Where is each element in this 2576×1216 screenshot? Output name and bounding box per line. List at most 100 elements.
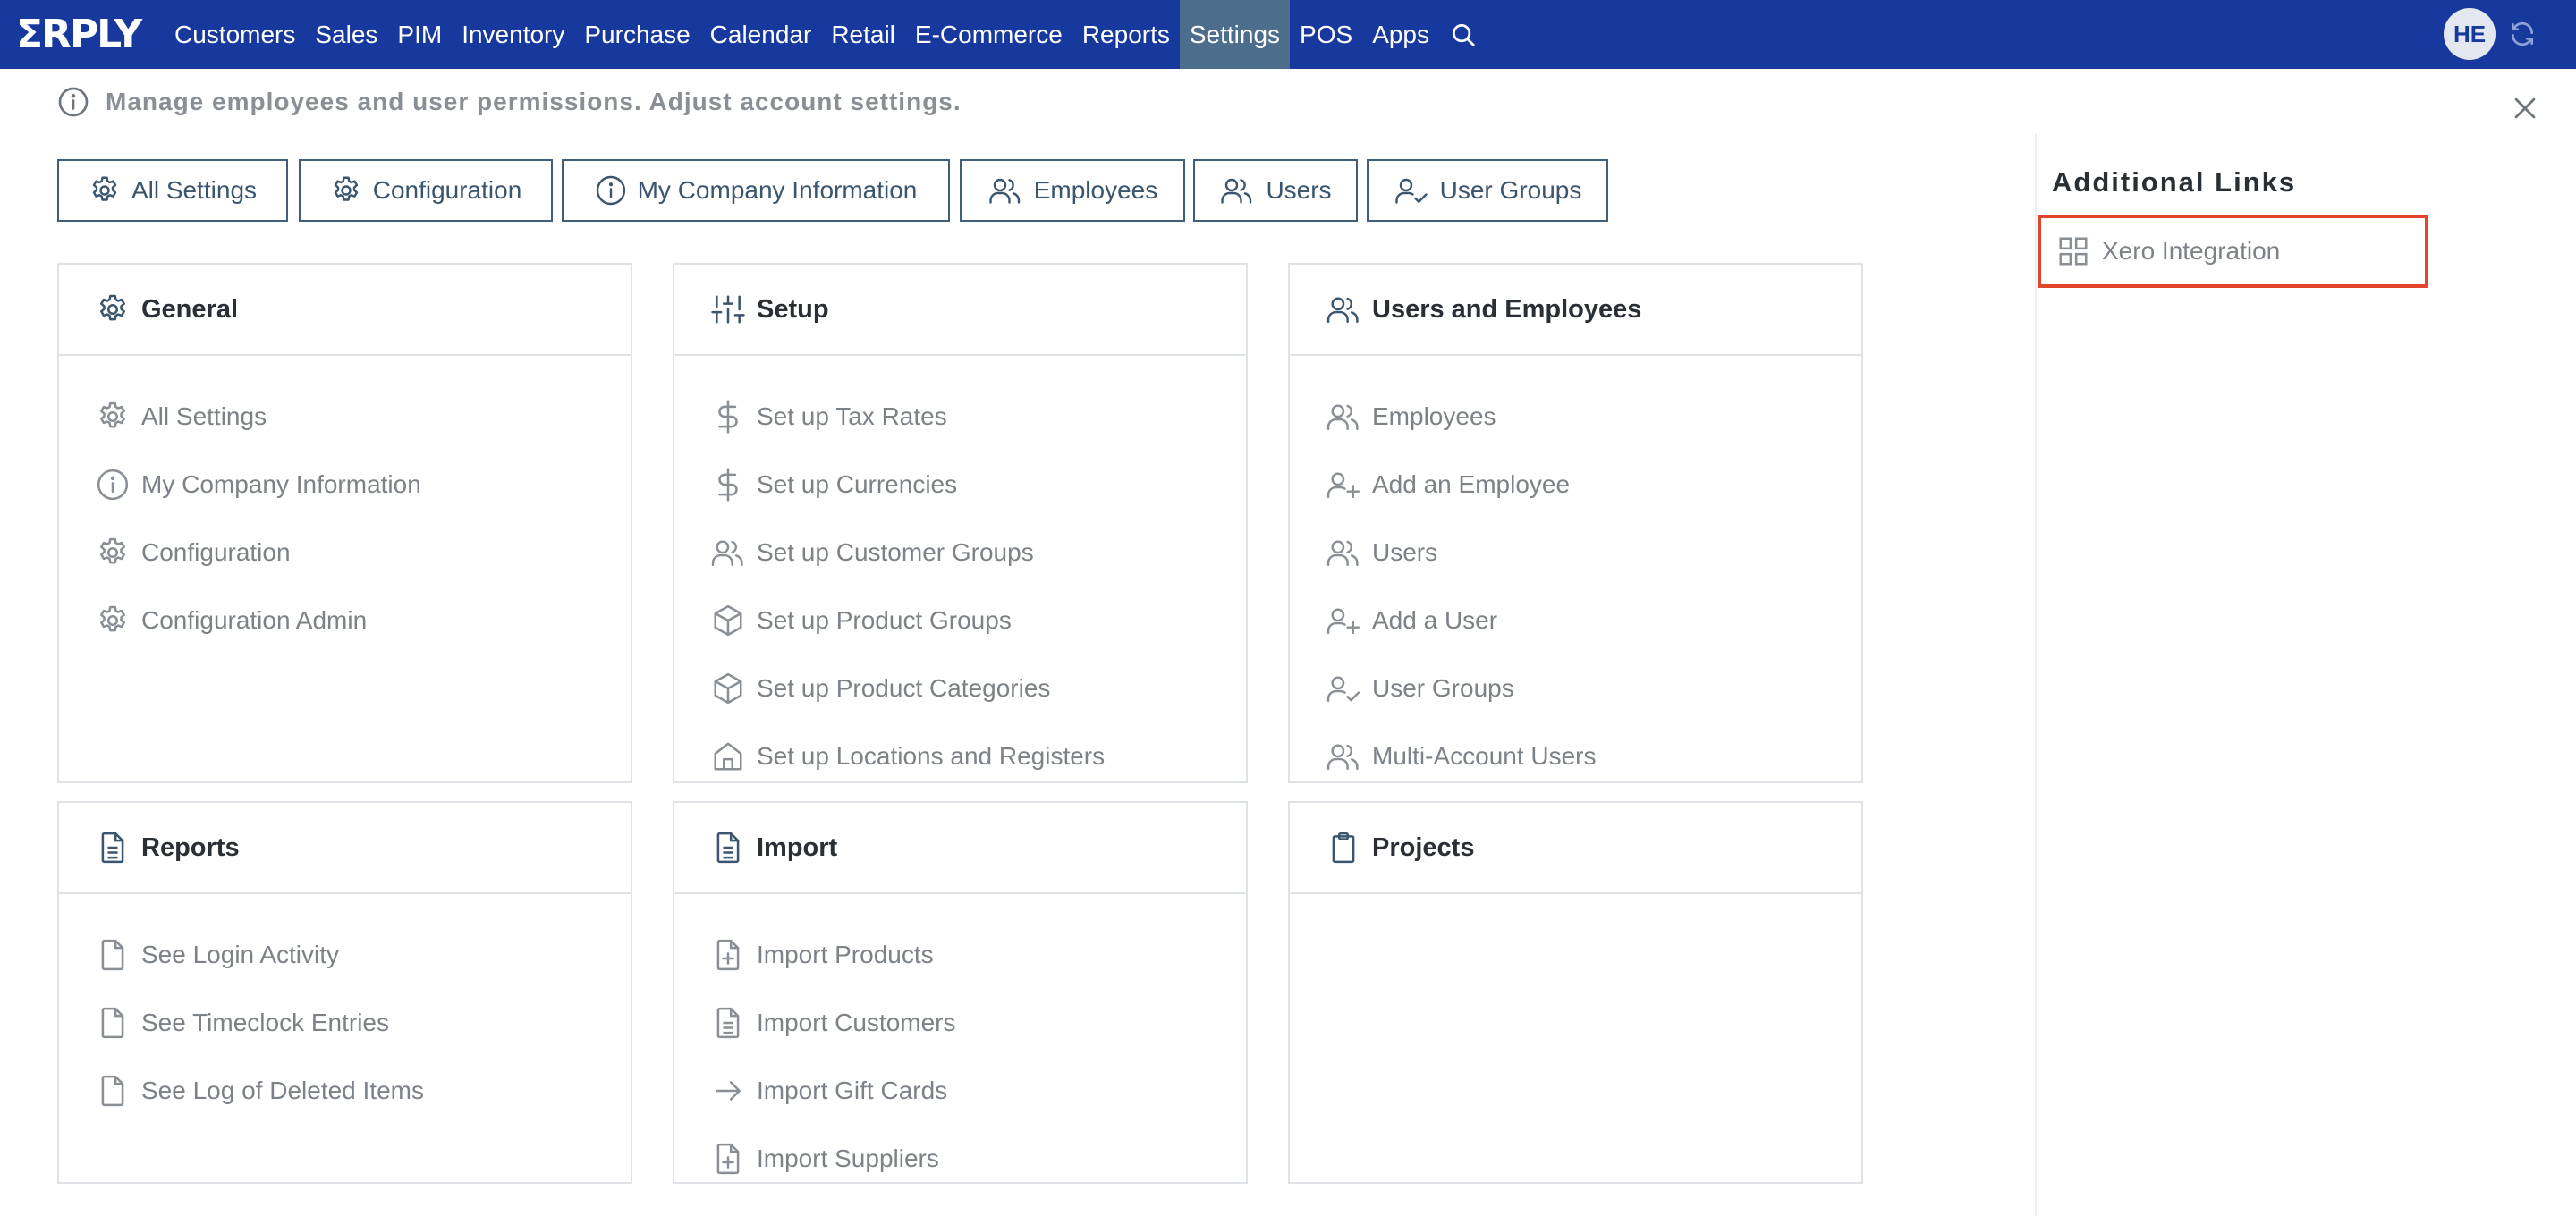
link-set-up-product-groups[interactable]: Set up Product Groups (674, 587, 1246, 654)
nav-reports[interactable]: Reports (1072, 0, 1180, 69)
nav-pos[interactable]: POS (1290, 0, 1362, 69)
all-settings-button[interactable]: All Settings (57, 159, 288, 222)
nav-calendar[interactable]: Calendar (700, 0, 822, 69)
side-panel-divider (2035, 134, 2037, 1216)
top-navigation-bar: ΣRPLY Customers Sales PIM Inventory Purc… (0, 0, 2576, 69)
users-and-employees-card: Users and Employees Employees Add an Emp… (1288, 263, 1863, 783)
link-label: Multi-Account Users (1372, 742, 1597, 770)
users-icon (1326, 399, 1361, 435)
link-label: Import Products (757, 941, 934, 968)
link-users[interactable]: Users (1290, 519, 1861, 587)
file-text-icon (710, 1005, 746, 1041)
link-set-up-customer-groups[interactable]: Set up Customer Groups (674, 519, 1246, 587)
link-label: See Login Activity (141, 941, 340, 968)
nav-inventory[interactable]: Inventory (452, 0, 574, 69)
link-set-up-currencies[interactable]: Set up Currencies (674, 451, 1246, 519)
link-import-customers[interactable]: Import Customers (674, 989, 1246, 1057)
user-avatar[interactable]: HE (2444, 8, 2496, 60)
nav-customers[interactable]: Customers (165, 0, 305, 69)
link-multi-account-users[interactable]: Multi-Account Users (1290, 722, 1861, 790)
users-card-header: Users and Employees (1290, 265, 1861, 356)
users-icon (1326, 739, 1361, 774)
projects-card-title: Projects (1372, 832, 1475, 862)
nav-sales[interactable]: Sales (305, 0, 387, 69)
link-label: Add an Employee (1372, 470, 1571, 498)
link-set-up-tax-rates[interactable]: Set up Tax Rates (674, 383, 1246, 451)
users-icon (1219, 174, 1255, 207)
users-label: Users (1266, 176, 1332, 204)
nav-purchase[interactable]: Purchase (574, 0, 699, 69)
link-import-suppliers[interactable]: Import Suppliers (674, 1125, 1246, 1193)
link-label: Users (1372, 538, 1438, 566)
link-import-products[interactable]: Import Products (674, 921, 1246, 989)
link-my-company-information[interactable]: My Company Information (59, 451, 631, 519)
nav-apps[interactable]: Apps (1362, 0, 1439, 69)
box-icon (710, 603, 746, 638)
link-label: Import Customers (757, 1009, 956, 1036)
all-settings-label: All Settings (131, 176, 258, 204)
link-label: Set up Tax Rates (757, 402, 947, 430)
employees-button[interactable]: Employees (960, 159, 1185, 222)
link-see-log-of-deleted-items[interactable]: See Log of Deleted Items (59, 1057, 631, 1125)
users-icon (987, 174, 1023, 207)
arrow-right-icon (710, 1073, 746, 1109)
dollar-icon (710, 399, 746, 435)
page-description: Manage employees and user permissions. A… (57, 86, 962, 118)
link-label: Configuration Admin (141, 606, 368, 634)
link-configuration-admin[interactable]: Configuration Admin (59, 587, 631, 654)
user-check-icon (1326, 671, 1361, 706)
users-icon (710, 535, 746, 570)
link-label: My Company Information (141, 470, 421, 498)
nav-ecommerce[interactable]: E-Commerce (905, 0, 1072, 69)
link-label: All Settings (141, 402, 267, 430)
link-see-login-activity[interactable]: See Login Activity (59, 921, 631, 989)
gear-icon (95, 291, 131, 327)
link-label: See Timeclock Entries (141, 1009, 389, 1036)
link-label: Set up Product Categories (757, 674, 1051, 702)
info-icon (95, 467, 131, 502)
gear-icon (330, 174, 362, 207)
link-user-groups[interactable]: User Groups (1290, 654, 1861, 722)
refresh-icon[interactable] (2508, 20, 2537, 48)
user-check-icon (1394, 174, 1429, 207)
link-label: See Log of Deleted Items (141, 1077, 424, 1104)
close-icon[interactable] (2510, 93, 2540, 123)
grid-icon (2055, 233, 2091, 269)
erply-logo[interactable]: ΣRPLY (16, 15, 142, 55)
user-plus-icon (1326, 467, 1361, 502)
gear-icon (95, 399, 131, 435)
link-employees[interactable]: Employees (1290, 383, 1861, 451)
link-set-up-product-categories[interactable]: Set up Product Categories (674, 654, 1246, 722)
additional-links-title: Additional Links (2052, 166, 2297, 198)
link-all-settings[interactable]: All Settings (59, 383, 631, 451)
file-plus-icon (710, 1141, 746, 1177)
link-add-a-user[interactable]: Add a User (1290, 587, 1861, 654)
file-text-icon (710, 830, 746, 866)
import-card-title: Import (757, 832, 838, 862)
link-import-gift-cards[interactable]: Import Gift Cards (674, 1057, 1246, 1125)
nav-retail[interactable]: Retail (821, 0, 905, 69)
employees-label: Employees (1033, 176, 1158, 204)
nav-settings[interactable]: Settings (1179, 0, 1291, 69)
import-card-header: Import (674, 803, 1246, 894)
xero-integration-link[interactable]: Xero Integration (2038, 215, 2428, 288)
configuration-button[interactable]: Configuration (299, 159, 553, 222)
user-groups-button[interactable]: User Groups (1367, 159, 1608, 222)
home-icon (710, 739, 746, 774)
my-company-information-button[interactable]: My Company Information (562, 159, 950, 222)
search-icon[interactable] (1439, 0, 1487, 69)
link-configuration[interactable]: Configuration (59, 519, 631, 587)
sliders-icon (710, 291, 746, 327)
my-company-information-label: My Company Information (637, 176, 918, 204)
link-set-up-locations-and-registers[interactable]: Set up Locations and Registers (674, 722, 1246, 790)
file-icon (95, 1073, 131, 1109)
link-see-timeclock-entries[interactable]: See Timeclock Entries (59, 989, 631, 1057)
gear-icon (95, 535, 131, 570)
nav-pim[interactable]: PIM (387, 0, 452, 69)
users-button[interactable]: Users (1193, 159, 1358, 222)
link-add-an-employee[interactable]: Add an Employee (1290, 451, 1861, 519)
link-label: Configuration (141, 538, 291, 566)
general-card-title: General (141, 294, 238, 324)
clipboard-icon (1326, 830, 1361, 866)
setup-card: Setup Set up Tax Rates Set up Currencies… (673, 263, 1248, 783)
